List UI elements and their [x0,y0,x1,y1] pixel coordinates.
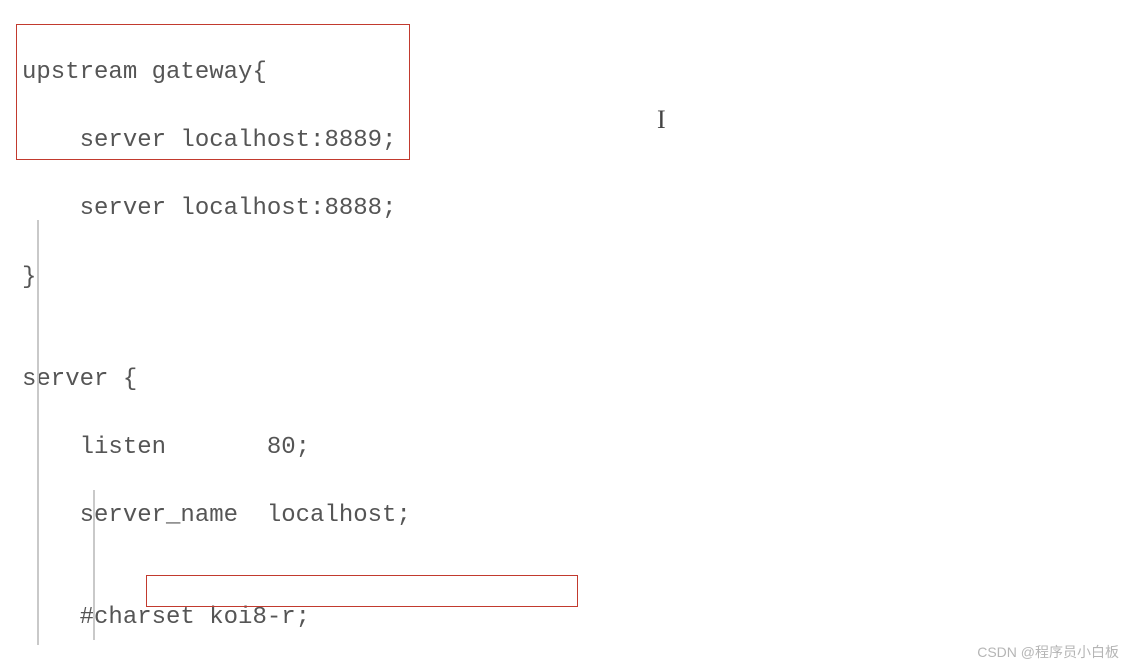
code-line: server localhost:8888; [22,192,1131,226]
code-block: upstream gateway{ server localhost:8889;… [0,0,1131,670]
code-line: #charset koi8-r; [22,601,1131,635]
text-cursor-icon: I [657,105,666,135]
fold-guide-inner [93,490,95,640]
watermark-text: CSDN @程序员小白板 [977,642,1119,662]
code-line: server_name localhost; [22,499,1131,533]
code-line: } [22,261,1131,295]
code-line: upstream gateway{ [22,56,1131,90]
fold-guide-outer [37,220,39,645]
code-line: server { [22,363,1131,397]
code-line: server localhost:8889; [22,124,1131,158]
code-line: listen 80; [22,431,1131,465]
